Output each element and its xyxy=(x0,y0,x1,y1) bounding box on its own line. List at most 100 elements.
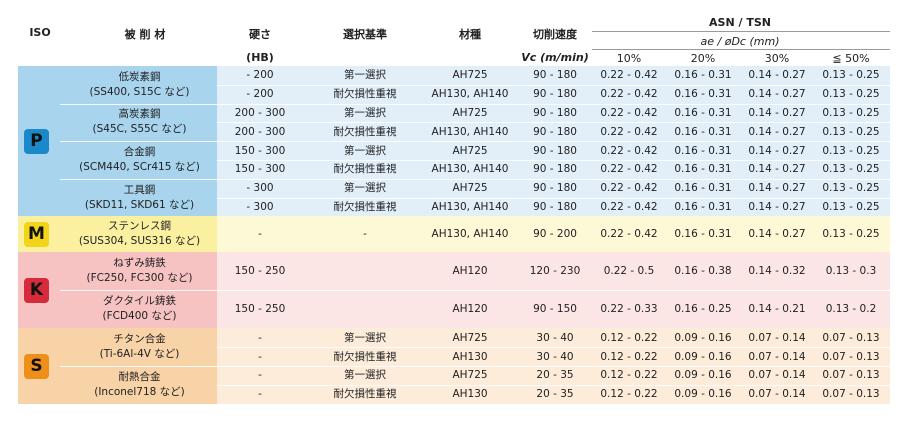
feed-50-cell: 0.07 - 0.13 xyxy=(822,350,880,363)
header-pct-50: ≦ 50% xyxy=(832,52,870,65)
feed-20-cell: 0.09 - 0.16 xyxy=(674,331,732,344)
feed-10-cell: 0.12 - 0.22 xyxy=(600,388,658,401)
criteria-cell: 第一選択 xyxy=(344,107,386,119)
feed-10-cell: 0.22 - 0.5 xyxy=(603,265,655,278)
criteria-cell: 耐欠損性重視 xyxy=(333,388,397,401)
feed-50-cell: 0.13 - 0.25 xyxy=(822,182,880,195)
hardness-cell: - xyxy=(258,350,262,363)
material-divider xyxy=(60,366,217,367)
grade-cell: AH130, AH140 xyxy=(431,201,509,213)
grade-cell: AH725 xyxy=(452,107,488,119)
grade-cell: AH120 xyxy=(452,265,488,278)
iso-badge-S: S xyxy=(24,353,49,379)
feed-10-cell: 0.22 - 0.42 xyxy=(600,88,658,101)
feed-50-cell: 0.13 - 0.25 xyxy=(822,69,880,82)
speed-cell: 90 - 180 xyxy=(533,163,577,176)
material-name: 合金鋼 xyxy=(123,146,156,158)
criteria-cell: 第一選択 xyxy=(344,369,386,382)
feed-30-cell: 0.14 - 0.27 xyxy=(748,107,806,119)
feed-50-cell: 0.13 - 0.25 xyxy=(822,125,880,138)
feed-20-cell: 0.16 - 0.25 xyxy=(674,303,732,316)
criteria-cell: 耐欠損性重視 xyxy=(333,163,397,176)
material-name: ねずみ鋳鉄 xyxy=(113,257,166,270)
row-divider xyxy=(217,366,890,367)
grade-cell: AH130, AH140 xyxy=(431,88,509,101)
material-divider xyxy=(60,178,217,180)
grade-cell: AH725 xyxy=(452,144,488,157)
feed-20-cell: 0.16 - 0.31 xyxy=(674,201,732,213)
speed-cell: 90 - 180 xyxy=(533,182,577,195)
material-label: 低炭素鋼 (SS400, S15C など) xyxy=(62,70,217,100)
material-label: 耐熱合金 (Inconel718 など) xyxy=(62,370,217,400)
hardness-cell: 150 - 300 xyxy=(234,163,286,176)
hardness-cell: 150 - 250 xyxy=(234,265,286,278)
material-examples: (FC250, FC300 など) xyxy=(86,272,193,285)
speed-cell: 120 - 230 xyxy=(529,265,581,278)
grade-cell: AH130, AH140 xyxy=(431,163,509,176)
header-hardness-unit: (HB) xyxy=(246,51,274,64)
material-label: 高炭素鋼 (S45C, S55C など) xyxy=(62,107,217,137)
row-divider xyxy=(217,290,890,292)
hardness-cell: - 200 xyxy=(246,69,274,82)
speed-cell: 90 - 180 xyxy=(533,107,577,119)
feed-10-cell: 0.22 - 0.42 xyxy=(600,228,658,241)
grade-cell: AH725 xyxy=(452,182,488,195)
header-grade: 材種 xyxy=(459,28,481,41)
material-name: チタン合金 xyxy=(113,333,166,346)
speed-cell: 90 - 180 xyxy=(533,125,577,138)
material-examples: (SUS304, SUS316 など) xyxy=(78,235,201,248)
feed-30-cell: 0.14 - 0.27 xyxy=(748,201,806,213)
feed-50-cell: 0.07 - 0.13 xyxy=(822,388,880,401)
material-examples: (SCM440, SCr415 など) xyxy=(79,161,200,173)
feed-30-cell: 0.14 - 0.27 xyxy=(748,182,806,195)
row-divider xyxy=(217,141,890,143)
material-divider xyxy=(60,290,217,292)
material-examples: (SS400, S15C など) xyxy=(89,85,190,98)
material-divider xyxy=(60,141,217,143)
speed-cell: 20 - 35 xyxy=(536,388,574,401)
header-hardness: 硬さ xyxy=(249,28,271,41)
speed-cell: 90 - 180 xyxy=(533,144,577,157)
feed-30-cell: 0.14 - 0.27 xyxy=(748,163,806,176)
material-name: 耐熱合金 xyxy=(118,370,161,383)
hardness-cell: 200 - 300 xyxy=(234,125,286,138)
feed-30-cell: 0.07 - 0.14 xyxy=(748,369,806,382)
feed-50-cell: 0.13 - 0.2 xyxy=(825,303,877,316)
speed-cell: 90 - 150 xyxy=(533,303,577,316)
grade-cell: AH120 xyxy=(452,303,488,316)
criteria-cell: 第一選択 xyxy=(344,331,386,344)
grade-cell: AH725 xyxy=(452,369,488,382)
iso-badge-P: P xyxy=(24,128,49,154)
header-rule xyxy=(592,31,890,32)
material-name: ダクタイル鋳鉄 xyxy=(102,295,177,308)
material-label: 工具鋼 (SKD11, SKD61 など) xyxy=(62,183,217,213)
feed-50-cell: 0.13 - 0.25 xyxy=(822,88,880,101)
feed-30-cell: 0.14 - 0.27 xyxy=(748,125,806,138)
feed-20-cell: 0.09 - 0.16 xyxy=(674,369,732,382)
row-divider xyxy=(217,178,890,180)
feed-30-cell: 0.07 - 0.14 xyxy=(748,331,806,344)
row-divider xyxy=(217,84,890,86)
speed-cell: 90 - 200 xyxy=(533,228,577,241)
feed-30-cell: 0.14 - 0.32 xyxy=(748,265,806,278)
feed-50-cell: 0.13 - 0.25 xyxy=(822,144,880,157)
header-material: 被 削 材 xyxy=(124,28,166,41)
feed-20-cell: 0.16 - 0.31 xyxy=(674,88,732,101)
hardness-cell: - 300 xyxy=(246,182,274,195)
row-divider xyxy=(217,160,890,161)
hardness-cell: - 200 xyxy=(246,88,274,101)
feed-20-cell: 0.09 - 0.16 xyxy=(674,388,732,401)
criteria-cell: 第一選択 xyxy=(344,69,386,82)
feed-30-cell: 0.07 - 0.14 xyxy=(748,388,806,401)
speed-cell: 90 - 180 xyxy=(533,88,577,101)
criteria-cell: 耐欠損性重視 xyxy=(333,350,397,363)
speed-cell: 90 - 180 xyxy=(533,201,577,213)
criteria-cell: - xyxy=(363,228,367,241)
feed-30-cell: 0.14 - 0.27 xyxy=(748,88,806,101)
material-examples: (FCD400 など) xyxy=(102,310,177,323)
feed-10-cell: 0.22 - 0.42 xyxy=(600,107,658,119)
feed-20-cell: 0.16 - 0.31 xyxy=(674,163,732,176)
feed-20-cell: 0.16 - 0.38 xyxy=(674,265,732,278)
feed-10-cell: 0.22 - 0.42 xyxy=(600,69,658,82)
hardness-cell: - xyxy=(258,388,262,401)
